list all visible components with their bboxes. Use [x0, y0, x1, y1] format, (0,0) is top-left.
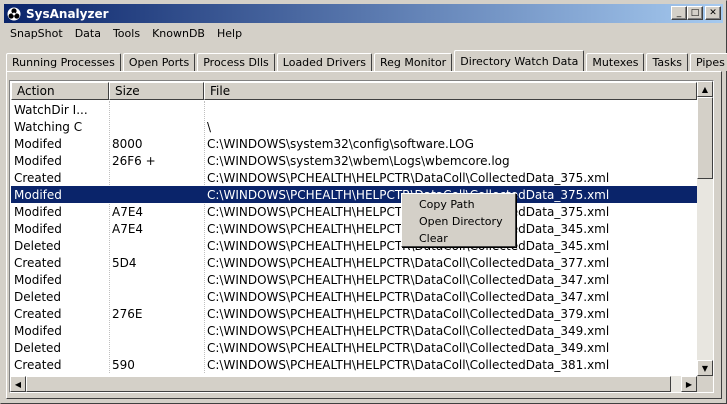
- biohazard-icon: [6, 6, 22, 22]
- column-header-file[interactable]: File: [204, 82, 697, 100]
- menu-data[interactable]: Data: [69, 27, 107, 40]
- cell-action: Modifed: [14, 221, 62, 236]
- tab-open-ports[interactable]: Open Ports: [122, 53, 196, 71]
- cell-size: 590: [112, 357, 135, 372]
- table-row[interactable]: Modifed 26F6 + C:\WINDOWS\system32\wbem\Lo…: [11, 152, 697, 169]
- cell-size: 5D4: [112, 255, 137, 270]
- cell-action: Modifed: [14, 323, 62, 338]
- scrollbar-corner: [697, 376, 713, 392]
- table-row[interactable]: Deleted C:\WINDOWS\PCHEALTH\HELPCTR\DataC…: [11, 288, 697, 305]
- tab-tasks[interactable]: Tasks: [646, 53, 688, 71]
- tab-pipes[interactable]: Pipes: [689, 53, 727, 71]
- horizontal-scrollbar[interactable]: ◀ ▶: [10, 376, 697, 392]
- scroll-up-button[interactable]: ▲: [697, 81, 713, 97]
- cell-file: C:\WINDOWS\PCHEALTH\HELPCTR\DataColl\Col…: [207, 306, 610, 321]
- title-bar[interactable]: SysAnalyzer _ □ ✕: [4, 4, 723, 23]
- cell-action: Modifed: [14, 204, 62, 219]
- cell-size: 26F6 +: [112, 153, 156, 168]
- minimize-icon: _: [676, 7, 682, 18]
- context-menu-clear[interactable]: Clear: [402, 230, 515, 247]
- table-row[interactable]: Created 276E C:\WINDOWS\PCHEALTH\HELPCTR\D…: [11, 305, 697, 322]
- table-row[interactable]: Watching C \: [11, 118, 697, 135]
- cell-action: Created: [14, 357, 62, 372]
- arrow-up-icon: ▲: [701, 84, 709, 94]
- menu-help[interactable]: Help: [211, 27, 248, 40]
- maximize-icon: □: [690, 7, 700, 18]
- menu-bar: SnapShot Data Tools KnownDB Help: [4, 24, 248, 42]
- cell-file: C:\WINDOWS\system32\wbem\Logs\wbemcore.l…: [207, 153, 510, 168]
- table-row[interactable]: Created 590 C:\WINDOWS\PCHEALTH\HELPCTR\Da…: [11, 356, 697, 373]
- close-button[interactable]: ✕: [705, 6, 721, 20]
- context-menu: Copy Path Open Directory Clear: [401, 193, 516, 247]
- vertical-scrollbar[interactable]: ▲ ▼: [697, 81, 713, 376]
- maximize-button[interactable]: □: [687, 6, 703, 20]
- table-row[interactable]: Created 5D4 C:\WINDOWS\PCHEALTH\HELPCTR\Da…: [11, 254, 697, 271]
- cell-action: Modifed: [14, 136, 62, 151]
- cell-size: 276E: [112, 306, 143, 321]
- cell-file: C:\WINDOWS\PCHEALTH\HELPCTR\DataColl\Col…: [207, 289, 610, 304]
- cell-action: WatchDir I...: [14, 102, 88, 117]
- tab-reg-monitor[interactable]: Reg Monitor: [374, 53, 453, 71]
- tab-process-dlls[interactable]: Process Dlls: [197, 53, 275, 71]
- vertical-scroll-thumb[interactable]: [697, 97, 713, 179]
- cell-file: C:\WINDOWS\PCHEALTH\HELPCTR\DataColl\Col…: [207, 323, 610, 338]
- horizontal-scroll-thumb[interactable]: [26, 376, 671, 392]
- tab-running-processes[interactable]: Running Processes: [6, 53, 121, 71]
- cell-action: Created: [14, 306, 62, 321]
- table-row[interactable]: DeletedC:\WINDOWS\PCHEALTH\HELPCTR\DataC…: [11, 237, 697, 254]
- context-menu-copy-path[interactable]: Copy Path: [402, 196, 515, 213]
- cell-file: C:\WINDOWS\PCHEALTH\HELPCTR\DataColl\Col…: [207, 357, 610, 372]
- arrow-down-icon: ▼: [701, 363, 709, 373]
- table-row[interactable]: Modifed C:\WINDOWS\PCHEALTH\HELPCTR\DataC…: [11, 322, 697, 339]
- tab-directory-watch-data[interactable]: Directory Watch Data: [454, 50, 585, 71]
- cell-size: 8000: [112, 136, 143, 151]
- list-rows: WatchDir I... Watching C \ Modifed 8000 C:\WI…: [11, 101, 697, 373]
- table-row[interactable]: ModifedC:\WINDOWS\PCHEALTH\HELPCTR\DataC…: [11, 186, 697, 203]
- list-header: Action Size File: [11, 82, 697, 100]
- cell-action: Modifed: [14, 187, 62, 202]
- cell-action: Deleted: [14, 289, 62, 304]
- table-row[interactable]: ModifedA7E4C:\WINDOWS\PCHEALTH\HELPCTR\D…: [11, 203, 697, 220]
- cell-file: C:\WINDOWS\PCHEALTH\HELPCTR\DataColl\Col…: [207, 255, 610, 270]
- cell-action: Deleted: [14, 340, 62, 355]
- cell-action: Modifed: [14, 272, 62, 287]
- cell-file: C:\WINDOWS\PCHEALTH\HELPCTR\DataColl\Col…: [207, 340, 610, 355]
- tab-mutexes[interactable]: Mutexes: [586, 53, 645, 71]
- table-row[interactable]: Modifed 8000 C:\WINDOWS\system32\config\so…: [11, 135, 697, 152]
- main-window: SysAnalyzer _ □ ✕ SnapShot Data Tools Kn…: [0, 0, 727, 404]
- tab-loaded-drivers[interactable]: Loaded Drivers: [276, 53, 372, 71]
- context-menu-open-directory[interactable]: Open Directory: [402, 213, 515, 230]
- column-header-size[interactable]: Size: [109, 82, 204, 100]
- cell-file: C:\WINDOWS\PCHEALTH\HELPCTR\DataColl\Col…: [207, 272, 610, 287]
- close-icon: ✕: [709, 7, 717, 18]
- minimize-button[interactable]: _: [671, 6, 687, 20]
- cell-size: A7E4: [112, 221, 144, 236]
- cell-size: A7E4: [112, 204, 144, 219]
- menu-knowndb[interactable]: KnownDB: [146, 27, 211, 40]
- menu-snapshot[interactable]: SnapShot: [4, 27, 69, 40]
- scroll-left-button[interactable]: ◀: [10, 376, 26, 392]
- directory-watch-list[interactable]: Action Size File WatchDir I... Watching C…: [9, 80, 714, 393]
- cell-action: Watching C: [14, 119, 83, 134]
- arrow-right-icon: ▶: [685, 379, 693, 389]
- arrow-left-icon: ◀: [14, 379, 22, 389]
- cell-action: Modifed: [14, 153, 62, 168]
- cell-action: Deleted: [14, 238, 62, 253]
- menu-tools[interactable]: Tools: [107, 27, 146, 40]
- window-title: SysAnalyzer: [26, 6, 109, 21]
- table-row[interactable]: Deleted C:\WINDOWS\PCHEALTH\HELPCTR\DataC…: [11, 339, 697, 356]
- column-header-action[interactable]: Action: [11, 82, 109, 100]
- cell-action: Created: [14, 170, 62, 185]
- scroll-down-button[interactable]: ▼: [697, 360, 713, 376]
- cell-file: \: [207, 119, 212, 134]
- table-row[interactable]: WatchDir I...: [11, 101, 697, 118]
- table-row[interactable]: Created C:\WINDOWS\PCHEALTH\HELPCTR\DataC…: [11, 169, 697, 186]
- tab-strip: Running Processes Open Ports Process Dll…: [6, 50, 727, 71]
- cell-file: C:\WINDOWS\system32\config\software.LOG: [207, 136, 474, 151]
- cell-action: Created: [14, 255, 62, 270]
- cell-file: C:\WINDOWS\PCHEALTH\HELPCTR\DataColl\Col…: [207, 170, 610, 185]
- table-row[interactable]: ModifedA7E4C:\WINDOWS\PCHEALTH\HELPCTR\D…: [11, 220, 697, 237]
- table-row[interactable]: Modifed C:\WINDOWS\PCHEALTH\HELPCTR\DataC…: [11, 271, 697, 288]
- scroll-right-button[interactable]: ▶: [681, 376, 697, 392]
